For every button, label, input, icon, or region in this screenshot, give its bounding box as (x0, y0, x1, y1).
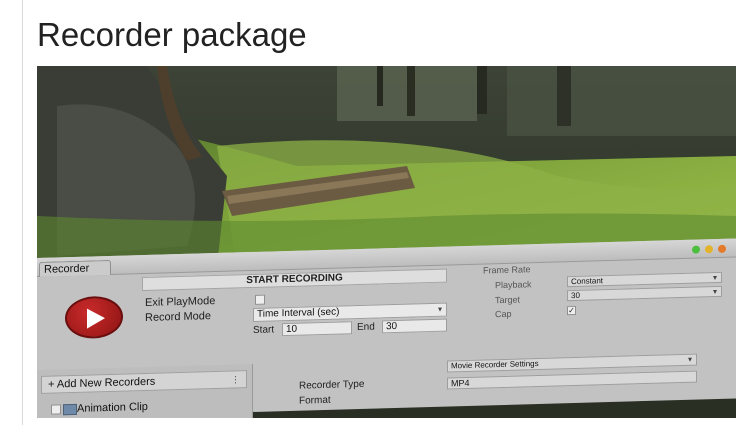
recorder-type-dropdown[interactable]: Movie Recorder Settings ▾ (447, 353, 697, 373)
end-label: End (357, 321, 375, 334)
target-label: Target (495, 294, 521, 306)
recorder-window: Recorder START RECORDING Exit PlayMode R… (37, 238, 736, 418)
end-input[interactable]: 30 (382, 318, 447, 334)
cap-checkbox[interactable]: ✓ (567, 305, 576, 316)
playback-dropdown[interactable]: Constant ▾ (567, 271, 722, 288)
recorder-screenshot: Recorder START RECORDING Exit PlayMode R… (37, 66, 736, 418)
dropdown-arrow-icon: ▾ (687, 354, 692, 364)
record-button[interactable] (65, 295, 123, 340)
recorder-list-item[interactable]: Animation Clip (41, 396, 247, 418)
playback-label: Playback (495, 279, 532, 291)
recorder-type-label: Recorder Type (299, 378, 365, 392)
tab-recorder[interactable]: Recorder (39, 259, 111, 277)
play-icon (87, 308, 105, 329)
menu-dots-icon[interactable]: ⋮ (231, 371, 240, 387)
record-mode-label: Record Mode (145, 310, 212, 324)
start-input[interactable]: 10 (282, 321, 352, 337)
recorder-enabled-checkbox[interactable] (51, 404, 61, 415)
exit-playmode-label: Exit PlayMode (145, 295, 216, 309)
start-label: Start (253, 324, 275, 336)
format-label: Format (299, 394, 331, 407)
dropdown-arrow-icon: ▾ (712, 273, 717, 283)
record-mode-value: Time Interval (sec) (257, 306, 340, 320)
recorder-type-value: Movie Recorder Settings (451, 358, 539, 371)
playback-value: Constant (571, 276, 604, 287)
frame-rate-label: Frame Rate (483, 264, 531, 276)
window-minimize-button[interactable] (705, 245, 713, 254)
exit-playmode-checkbox[interactable] (255, 294, 265, 305)
animation-clip-label: Animation Clip (77, 400, 148, 415)
window-close-button[interactable] (718, 244, 726, 253)
page-title: Recorder package (37, 16, 307, 53)
format-dropdown[interactable]: MP4 (447, 370, 697, 390)
forest-scene-image (37, 66, 736, 266)
dropdown-arrow-icon: ▾ (437, 304, 442, 314)
target-value: 30 (571, 290, 580, 301)
window-maximize-button[interactable] (692, 245, 700, 254)
dropdown-arrow-icon: ▾ (712, 287, 717, 297)
left-border-line (22, 0, 23, 425)
recorders-sidebar: + Add New Recorders ⋮ Animation Clip (37, 363, 253, 418)
add-new-recorders-label: + Add New Recorders (48, 375, 156, 391)
cap-label: Cap (495, 308, 512, 320)
animation-clip-icon (63, 403, 77, 416)
add-new-recorders-button[interactable]: + Add New Recorders ⋮ (41, 370, 247, 394)
target-dropdown[interactable]: 30 ▾ (567, 285, 722, 302)
